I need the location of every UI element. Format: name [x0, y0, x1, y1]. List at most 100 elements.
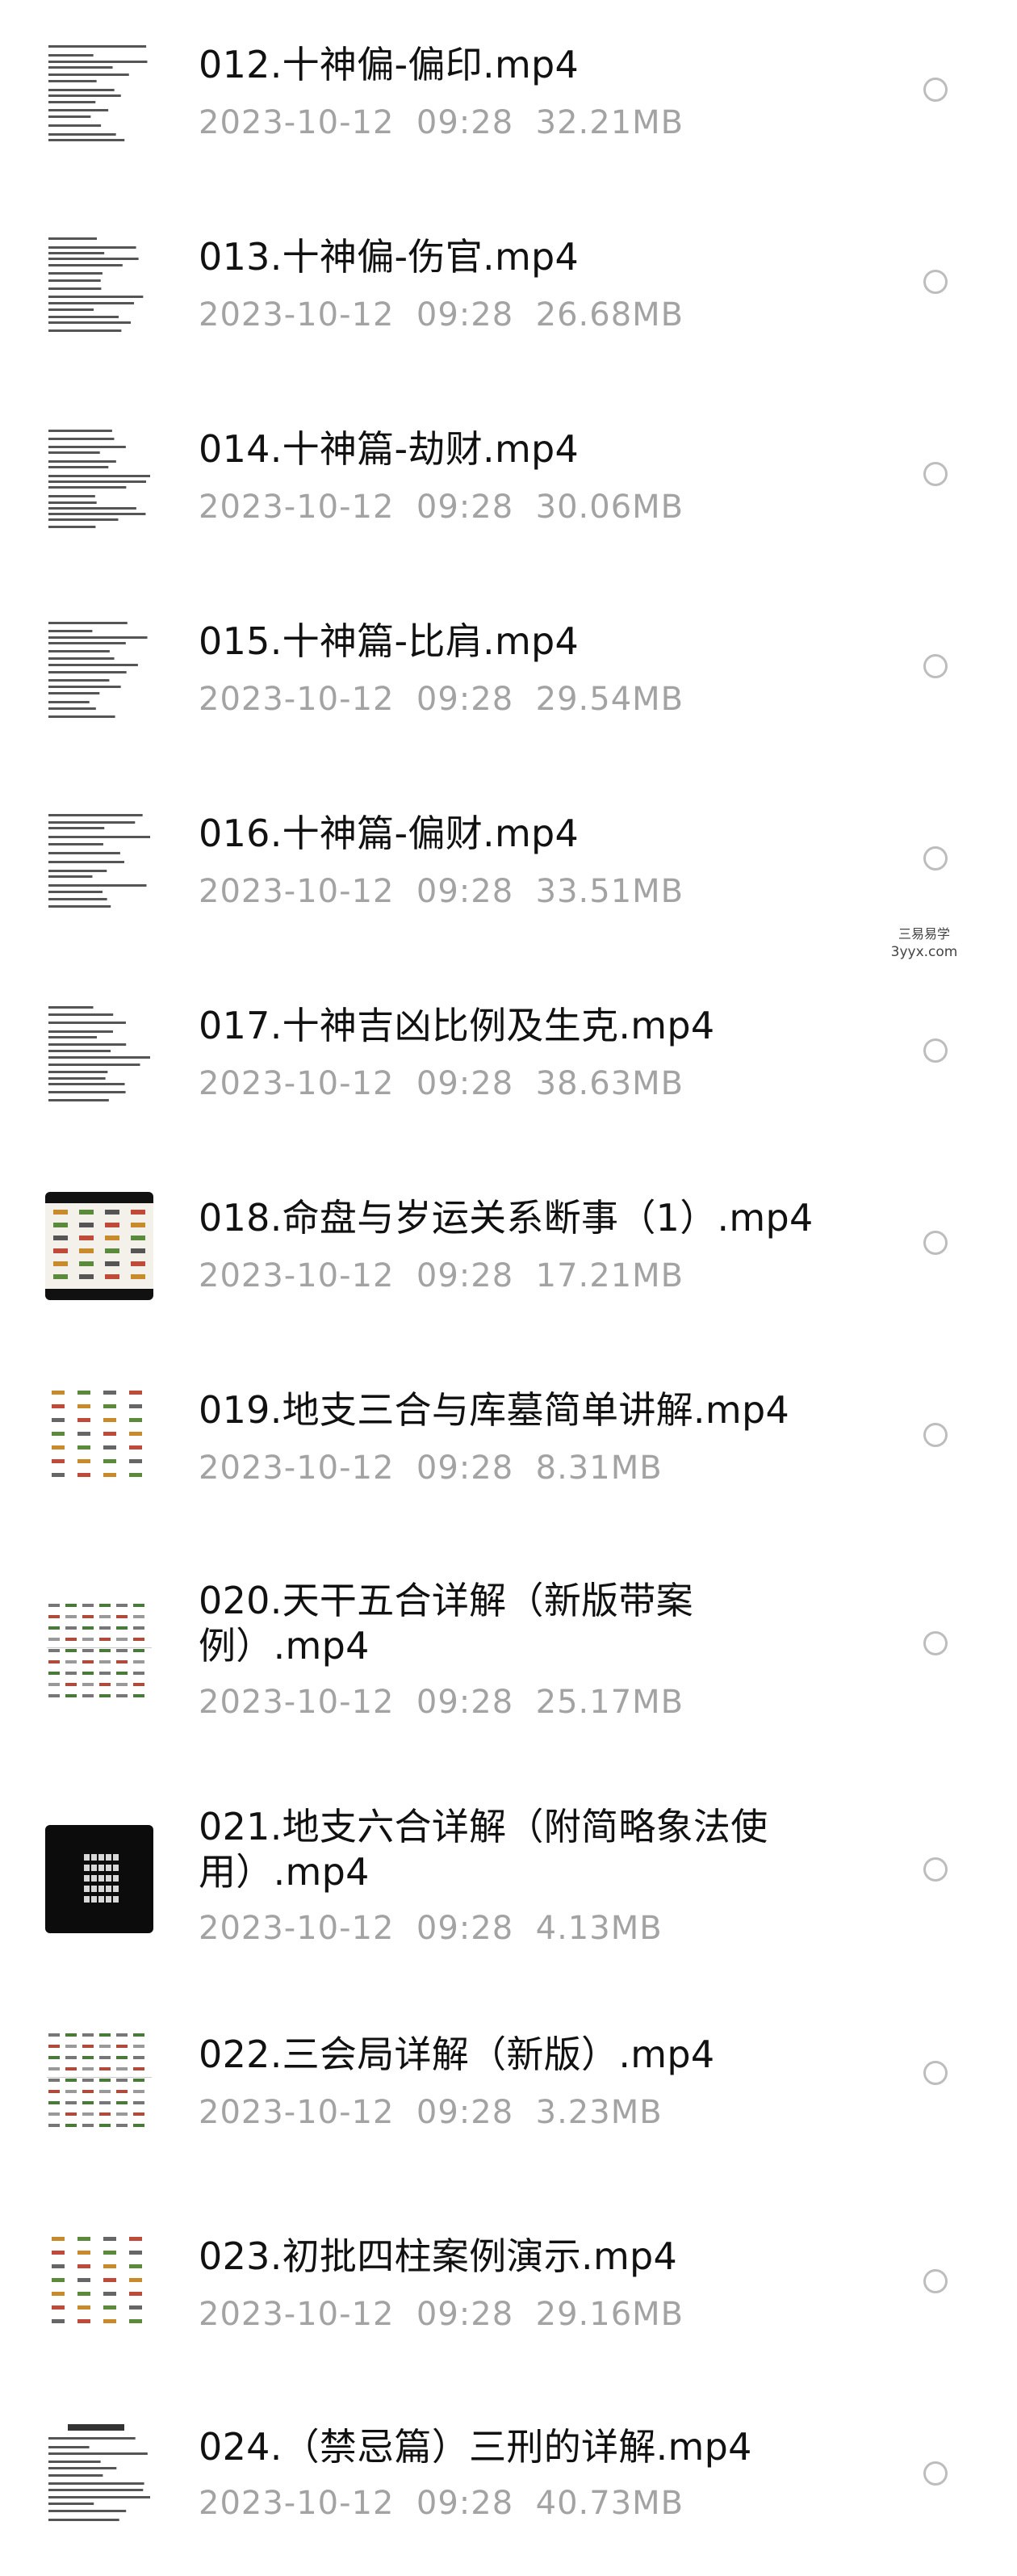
file-row[interactable]: 022.三会局详解（新版）.mp4 2023-10-12 09:28 3.23MB — [0, 1990, 1017, 2182]
file-meta: 2023-10-12 09:28 30.06MB — [199, 488, 684, 527]
select-radio[interactable] — [923, 1038, 948, 1063]
file-date: 2023-10-12 — [199, 104, 395, 141]
file-row[interactable]: 017.十神吉凶比例及生克.mp4 2023-10-12 09:28 38.63M… — [0, 961, 1017, 1153]
select-radio[interactable] — [923, 270, 948, 294]
file-row[interactable]: 024.（禁忌篇）三刑的详解.mp4 2023-10-12 09:28 40.73… — [0, 2384, 1017, 2576]
file-time: 09:28 — [416, 873, 514, 910]
video-thumbnail-icon — [45, 615, 153, 724]
select-radio[interactable] — [923, 1423, 948, 1447]
file-list: 012.十神偏-偏印.mp4 2023-10-12 09:28 32.21MB 01… — [0, 0, 1017, 2532]
file-time: 09:28 — [416, 489, 514, 526]
file-name: 017.十神吉凶比例及生克.mp4 — [199, 1004, 715, 1047]
video-thumbnail-icon — [45, 39, 153, 147]
file-size: 29.54MB — [535, 681, 684, 718]
file-time: 09:28 — [416, 2485, 514, 2522]
file-meta: 2023-10-12 09:28 8.31MB — [199, 1449, 663, 1487]
file-time: 09:28 — [416, 681, 514, 718]
file-date: 2023-10-12 — [199, 2094, 395, 2131]
chart-light-icon — [45, 1384, 153, 1492]
file-name: 019.地支三合与库墓简单讲解.mp4 — [199, 1388, 790, 1432]
file-size: 26.68MB — [535, 296, 684, 334]
select-radio[interactable] — [923, 1631, 948, 1655]
doc-text-icon — [45, 615, 153, 724]
file-time: 09:28 — [416, 1450, 514, 1487]
file-size: 8.31MB — [535, 1450, 663, 1487]
file-meta: 2023-10-12 09:28 25.17MB — [199, 1683, 684, 1722]
video-thumbnail-icon — [45, 2028, 153, 2137]
file-date: 2023-10-12 — [199, 296, 395, 334]
file-date: 2023-10-12 — [199, 1065, 395, 1102]
video-thumbnail-icon — [45, 1599, 153, 1707]
file-time: 09:28 — [416, 2094, 514, 2131]
file-size: 33.51MB — [535, 873, 684, 910]
select-radio[interactable] — [923, 78, 948, 102]
file-row[interactable]: 013.十神偏-伤官.mp4 2023-10-12 09:28 26.68MB — [0, 192, 1017, 384]
file-time: 09:28 — [416, 1684, 514, 1721]
file-time: 09:28 — [416, 2296, 514, 2333]
file-name: 021.地支六合详解（附简略象法使用）.mp4 — [199, 1805, 768, 1894]
file-name: 014.十神篇-劫财.mp4 — [199, 427, 580, 471]
doc-text-icon — [45, 808, 153, 916]
file-time: 09:28 — [416, 296, 514, 334]
file-row[interactable]: 018.命盘与岁运关系断事（1）.mp4 2023-10-12 09:28 17.… — [0, 1153, 1017, 1345]
file-row[interactable]: 014.十神篇-劫财.mp4 2023-10-12 09:28 30.06MB — [0, 384, 1017, 577]
file-time: 09:28 — [416, 1257, 514, 1294]
video-thumbnail-icon — [45, 231, 153, 339]
watermark: 三易易学 3yyx.com — [831, 925, 1017, 969]
select-radio[interactable] — [923, 654, 948, 678]
file-size: 17.21MB — [535, 1257, 684, 1294]
file-row[interactable]: 019.地支三合与库墓简单讲解.mp4 2023-10-12 09:28 8.31… — [0, 1345, 1017, 1538]
file-name: 024.（禁忌篇）三刑的详解.mp4 — [199, 2425, 752, 2469]
file-row[interactable]: 012.十神偏-偏印.mp4 2023-10-12 09:28 32.21MB — [0, 0, 1017, 192]
file-row[interactable]: 021.地支六合详解（附简略象法使用）.mp4 2023-10-12 09:28 … — [0, 1764, 1017, 1956]
select-radio[interactable] — [923, 462, 948, 486]
doc-text-icon — [45, 423, 153, 531]
black-screen-icon — [45, 1825, 153, 1933]
video-thumbnail-icon — [45, 1000, 153, 1108]
video-thumbnail-icon — [45, 1384, 153, 1492]
file-time: 09:28 — [416, 104, 514, 141]
watermark-url: 3yyx.com — [890, 944, 958, 960]
file-date: 2023-10-12 — [199, 1450, 395, 1487]
file-time: 09:28 — [416, 1910, 514, 1947]
table-icon — [45, 2028, 153, 2137]
file-name: 022.三会局详解（新版）.mp4 — [199, 2033, 715, 2076]
file-name: 023.初批四柱案例演示.mp4 — [199, 2234, 678, 2278]
chart-dark-icon — [45, 1192, 153, 1300]
file-date: 2023-10-12 — [199, 1684, 395, 1721]
file-size: 32.21MB — [535, 104, 684, 141]
doc-text-icon — [45, 231, 153, 339]
file-row[interactable]: 015.十神篇-比肩.mp4 2023-10-12 09:28 29.54MB — [0, 577, 1017, 769]
file-name: 018.命盘与岁运关系断事（1）.mp4 — [199, 1196, 814, 1240]
file-time: 09:28 — [416, 1065, 514, 1102]
select-radio[interactable] — [923, 1231, 948, 1255]
file-meta: 2023-10-12 09:28 38.63MB — [199, 1064, 684, 1103]
select-radio[interactable] — [923, 1857, 948, 1882]
file-meta: 2023-10-12 09:28 29.54MB — [199, 680, 684, 719]
file-row[interactable]: 020.天干五合详解（新版带案例）.mp4 2023-10-12 09:28 25… — [0, 1538, 1017, 1730]
select-radio[interactable] — [923, 2461, 948, 2486]
file-date: 2023-10-12 — [199, 489, 395, 526]
file-meta: 2023-10-12 09:28 32.21MB — [199, 103, 684, 142]
table-icon — [45, 1599, 153, 1707]
file-row[interactable]: 023.初批四柱案例演示.mp4 2023-10-12 09:28 29.16MB — [0, 2192, 1017, 2384]
watermark-title: 三易易学 — [898, 926, 950, 942]
video-thumbnail-icon — [45, 1192, 153, 1300]
file-date: 2023-10-12 — [199, 1257, 395, 1294]
file-meta: 2023-10-12 09:28 40.73MB — [199, 2484, 684, 2523]
chart-light-icon — [45, 2230, 153, 2339]
select-radio[interactable] — [923, 2269, 948, 2293]
file-date: 2023-10-12 — [199, 681, 395, 718]
file-date: 2023-10-12 — [199, 2485, 395, 2522]
file-name: 020.天干五合详解（新版带案例）.mp4 — [199, 1579, 693, 1668]
select-radio[interactable] — [923, 2061, 948, 2085]
file-date: 2023-10-12 — [199, 873, 395, 910]
file-date: 2023-10-12 — [199, 1910, 395, 1947]
file-size: 4.13MB — [535, 1910, 663, 1947]
file-meta: 2023-10-12 09:28 17.21MB — [199, 1257, 684, 1295]
doc-text-icon — [45, 1000, 153, 1108]
file-name: 015.十神篇-比肩.mp4 — [199, 619, 580, 663]
file-meta: 2023-10-12 09:28 3.23MB — [199, 2093, 663, 2132]
file-meta: 2023-10-12 09:28 4.13MB — [199, 1909, 663, 1948]
select-radio[interactable] — [923, 846, 948, 871]
